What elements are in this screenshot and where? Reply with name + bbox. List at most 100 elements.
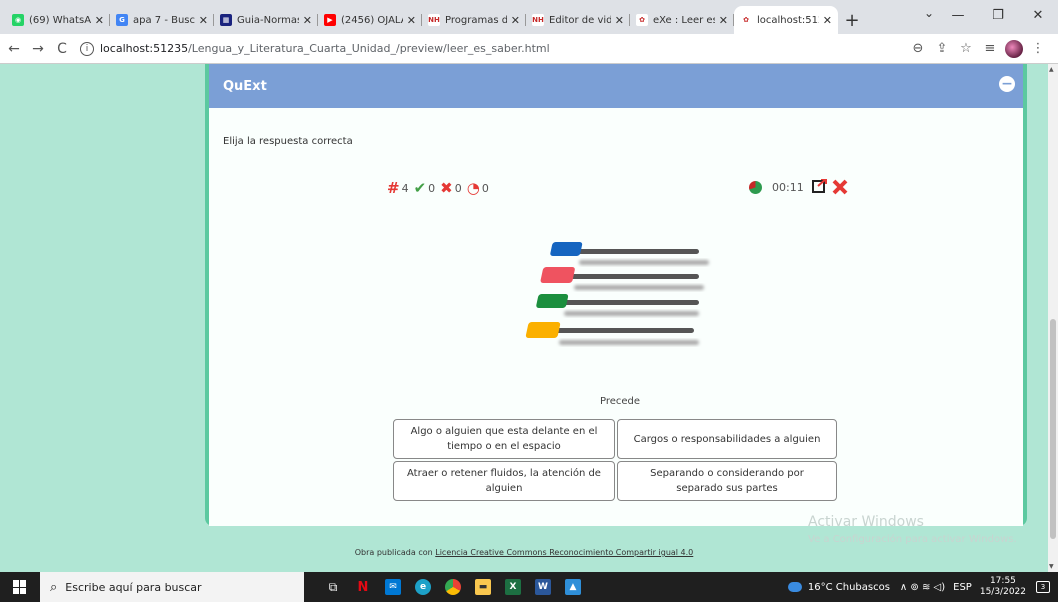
- edge-icon[interactable]: e: [408, 572, 438, 602]
- wrong-count: 0: [454, 181, 462, 195]
- scroll-down-icon[interactable]: ▼: [1049, 563, 1054, 570]
- tab-title: localhost:512: [757, 14, 819, 26]
- netflix-icon[interactable]: N: [348, 572, 378, 602]
- exe-bug-icon: ✿: [740, 14, 752, 26]
- menu-kebab-icon[interactable]: ⋮: [1026, 41, 1050, 56]
- unanswered-count: 0: [481, 181, 489, 195]
- check-icon: ✔: [413, 179, 427, 197]
- clock-icon: [749, 180, 762, 194]
- minimize-activity-icon[interactable]: −: [999, 76, 1015, 92]
- answer-option-4[interactable]: Separando o considerando por separado su…: [617, 461, 837, 501]
- license-prefix: Obra publicada con: [354, 548, 436, 557]
- language-indicator[interactable]: ESP: [953, 582, 972, 593]
- tab-search-chevron-icon[interactable]: ⌄: [924, 6, 934, 20]
- tray-icons[interactable]: ∧ ⊚ ≋ ◁): [900, 582, 945, 593]
- word-icon[interactable]: W: [528, 572, 558, 602]
- clock-date: 15/3/2022: [979, 587, 1026, 597]
- answer-option-2[interactable]: Cargos o responsabilidades a alguien: [617, 419, 837, 459]
- file-explorer-icon[interactable]: ▬: [468, 572, 498, 602]
- license-link[interactable]: Licencia Creative Commons Reconocimiento…: [435, 548, 693, 557]
- restore-button[interactable]: ❐: [978, 0, 1018, 30]
- answer-option-3[interactable]: Atraer o retener fluidos, la atención de…: [393, 461, 615, 501]
- correct-count: 0: [428, 181, 436, 195]
- photos-icon[interactable]: ▲: [558, 572, 588, 602]
- quext-header: QuExt −: [209, 64, 1023, 108]
- reading-list-icon[interactable]: ≡: [978, 41, 1002, 56]
- grid-doc-icon: ▦: [220, 14, 232, 26]
- taskbar-apps: ⧉ N ✉ e ▬ X W ▲: [318, 572, 588, 602]
- cross-icon: ✖: [440, 179, 453, 197]
- license-footer: Obra publicada con Licencia Creative Com…: [0, 548, 1048, 557]
- timer-bar: 00:11: [749, 179, 852, 195]
- bookmark-star-icon[interactable]: ☆: [954, 41, 978, 56]
- unanswered-icon: ◔: [466, 179, 480, 197]
- tab-title: (2456) OJALÁ: [341, 14, 403, 26]
- page-scrollbar[interactable]: ▲ ▼: [1048, 64, 1058, 572]
- exe-bug-icon: ✿: [636, 14, 648, 26]
- windows-taskbar: ⌕ Escribe aquí para buscar ⧉ N ✉ e ▬ X W…: [0, 572, 1058, 602]
- fullscreen-icon[interactable]: [811, 179, 827, 193]
- close-fullscreen-icon[interactable]: [832, 179, 848, 195]
- scrollbar-thumb[interactable]: [1050, 319, 1056, 539]
- tab-7[interactable]: ✿ eXe : Leer es ✕: [630, 6, 734, 34]
- list-row-yellow: [525, 322, 699, 345]
- tab-4[interactable]: ▶ (2456) OJALÁ ✕: [318, 6, 422, 34]
- quiz-word: Precede: [599, 396, 641, 407]
- quext-title: QuExt: [223, 78, 267, 94]
- minimize-button[interactable]: —: [938, 0, 978, 30]
- notification-icon[interactable]: 3: [1036, 581, 1050, 593]
- windows-activation-hint: Ve a Configuración para activar Windows.: [808, 534, 1017, 545]
- close-tab-icon[interactable]: ✕: [95, 14, 104, 27]
- tab-title: Editor de vide: [549, 14, 611, 26]
- list-row-red: [540, 267, 704, 290]
- tab-3[interactable]: ▦ Guia-Normas ✕: [214, 6, 318, 34]
- zoom-icon[interactable]: ⊖: [906, 41, 930, 56]
- answer-option-1[interactable]: Algo o alguien que esta delante en el ti…: [393, 419, 615, 459]
- task-view-icon[interactable]: ⧉: [318, 572, 348, 602]
- address-bar: ← → C i localhost:51235/Lengua_y_Literat…: [0, 34, 1058, 64]
- weather-text: 16°C Chubascos: [807, 581, 890, 593]
- windows-logo-icon: [13, 580, 27, 594]
- list-row-green: [536, 294, 699, 316]
- weather-widget[interactable]: 16°C Chubascos: [787, 581, 890, 593]
- forward-button[interactable]: →: [28, 41, 48, 57]
- share-icon[interactable]: ⇪: [930, 41, 954, 56]
- timer-actions: [811, 179, 848, 195]
- excel-icon[interactable]: X: [498, 572, 528, 602]
- taskbar-search[interactable]: ⌕ Escribe aquí para buscar: [40, 572, 304, 602]
- tab-8[interactable]: ✿ localhost:512 ✕: [734, 6, 838, 34]
- site-info-icon[interactable]: i: [80, 41, 94, 56]
- close-tab-icon[interactable]: ✕: [719, 14, 728, 27]
- timer-value: 00:11: [772, 180, 804, 194]
- close-tab-icon[interactable]: ✕: [511, 14, 520, 27]
- tab-5[interactable]: NH Programas de ✕: [422, 6, 526, 34]
- tab-title: Programas de: [445, 14, 507, 26]
- start-button[interactable]: [0, 580, 40, 594]
- profile-avatar[interactable]: [1002, 39, 1026, 58]
- tab-title: Guia-Normas: [237, 14, 299, 26]
- tab-2[interactable]: Gapa 7 - Busca ✕: [110, 6, 214, 34]
- close-tab-icon[interactable]: ✕: [615, 14, 624, 27]
- quext-body: Elija la respuesta correcta # 4 ✔ 0 ✖ 0 …: [209, 108, 1023, 526]
- close-window-button[interactable]: ✕: [1018, 0, 1058, 30]
- chrome-icon[interactable]: [438, 572, 468, 602]
- taskbar-clock[interactable]: 17:55 15/3/2022: [980, 576, 1026, 598]
- close-tab-icon[interactable]: ✕: [823, 14, 832, 27]
- exe-icon: NH: [428, 14, 440, 26]
- mail-icon[interactable]: ✉: [378, 572, 408, 602]
- url-field[interactable]: i localhost:51235/Lengua_y_Literatura_Cu…: [80, 38, 906, 60]
- close-tab-icon[interactable]: ✕: [407, 14, 416, 27]
- search-icon: ⌕: [50, 579, 58, 595]
- close-tab-icon[interactable]: ✕: [199, 14, 208, 27]
- scroll-up-icon[interactable]: ▲: [1049, 66, 1054, 73]
- new-tab-button[interactable]: +: [838, 6, 866, 34]
- tab-6[interactable]: NH Editor de vide ✕: [526, 6, 630, 34]
- questions-count: 4: [401, 181, 409, 195]
- clock-time: 17:55: [989, 576, 1016, 587]
- cloud-icon: [787, 582, 802, 592]
- url-path: /Lengua_y_Literatura_Cuarta_Unidad_/prev…: [188, 42, 550, 55]
- reload-button[interactable]: C: [52, 41, 72, 57]
- close-tab-icon[interactable]: ✕: [303, 14, 312, 27]
- back-button[interactable]: ←: [4, 41, 24, 57]
- tab-1[interactable]: ◉ (69) WhatsAp ✕: [6, 6, 110, 34]
